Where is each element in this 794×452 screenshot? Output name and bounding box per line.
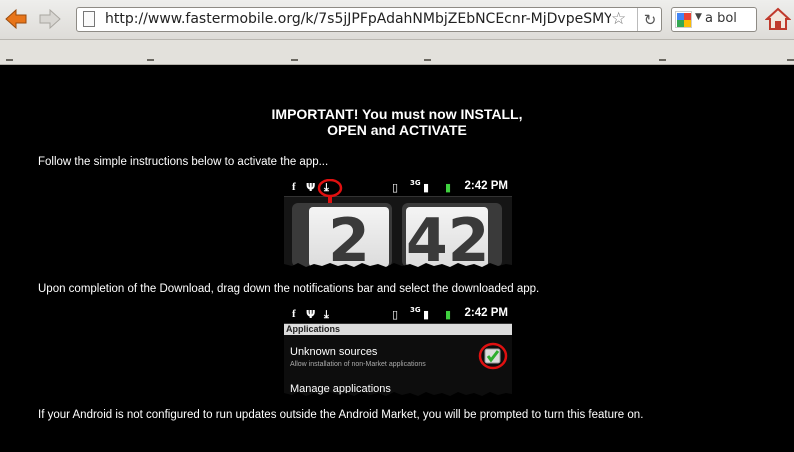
battery-icon: ▮: [445, 308, 452, 321]
browser-toolbar: http://www.fastermobile.org/k/7s5jJPFpAd…: [0, 0, 794, 40]
section-header: Applications: [284, 324, 512, 335]
clock-hour-card: 2: [309, 207, 389, 267]
usb-icon: Ψ: [306, 308, 316, 321]
bookmark-item[interactable]: [424, 59, 431, 61]
bookmark-item[interactable]: [6, 59, 13, 61]
forward-arrow-icon: [39, 8, 61, 30]
bookmark-item[interactable]: [659, 59, 666, 61]
clock-minute-card: 42: [406, 207, 488, 267]
instruction-image-settings: f Ψ ⤓ ▯ 3G ▮ ▮ 2:42 PM Applications Unkn…: [284, 306, 512, 398]
instruction-2: Upon completion of the Download, drag do…: [38, 283, 540, 295]
bookmark-item[interactable]: [787, 59, 794, 61]
bookmark-item[interactable]: [147, 59, 154, 61]
forward-button[interactable]: [36, 6, 64, 32]
search-bar[interactable]: ▼ a bol: [671, 7, 757, 32]
facebook-icon: f: [292, 308, 296, 320]
download-icon: ⤓: [324, 308, 329, 321]
star-icon[interactable]: ☆: [611, 9, 626, 29]
google-icon[interactable]: [675, 11, 692, 28]
home-icon: [764, 7, 792, 30]
headline-line-1: IMPORTANT! You must now INSTALL,: [271, 106, 523, 122]
bookmarks-toolbar: [0, 40, 794, 65]
back-arrow-icon: [5, 8, 27, 30]
clock-hour: 2: [328, 207, 370, 267]
reload-button[interactable]: ↻: [637, 8, 662, 31]
home-button[interactable]: [764, 6, 792, 32]
android-status-bar: f Ψ ⤓ ▯ 3G ▮ ▮ 2:42 PM: [284, 306, 512, 324]
status-time: 2:42 PM: [464, 307, 508, 319]
page-content: IMPORTANT! You must now INSTALL, OPEN an…: [0, 65, 794, 452]
signal-icon: ▮: [423, 308, 430, 321]
chevron-down-icon[interactable]: ▼: [695, 12, 702, 22]
instruction-image-download: f Ψ ⤓ ▯ 3G ▮ ▮ 2:42 PM 2 42: [284, 179, 512, 269]
headline: IMPORTANT! You must now INSTALL, OPEN an…: [0, 106, 794, 138]
page-icon: [83, 11, 95, 27]
instruction-1: Follow the simple instructions below to …: [38, 156, 329, 168]
checkbox-checked-icon: [478, 342, 508, 370]
option-subtitle: Allow installation of non-Market applica…: [290, 361, 426, 368]
option-title: Unknown sources: [290, 346, 378, 358]
torn-edge: [284, 263, 512, 269]
back-button[interactable]: [2, 6, 30, 32]
instruction-3: If your Android is not configured to run…: [38, 409, 644, 421]
torn-edge: [284, 392, 512, 398]
url-text[interactable]: http://www.fastermobile.org/k/7s5jJPFpAd…: [105, 11, 611, 27]
vibrate-icon: ▯: [392, 308, 399, 321]
search-input[interactable]: a bol: [705, 11, 737, 26]
clock-minute: 42: [406, 207, 488, 267]
reload-icon: ↻: [643, 10, 657, 29]
headline-line-2: OPEN and ACTIVATE: [327, 122, 467, 138]
url-bar[interactable]: http://www.fastermobile.org/k/7s5jJPFpAd…: [76, 7, 662, 32]
network-type-label: 3G: [410, 306, 421, 314]
bookmark-item[interactable]: [291, 59, 298, 61]
